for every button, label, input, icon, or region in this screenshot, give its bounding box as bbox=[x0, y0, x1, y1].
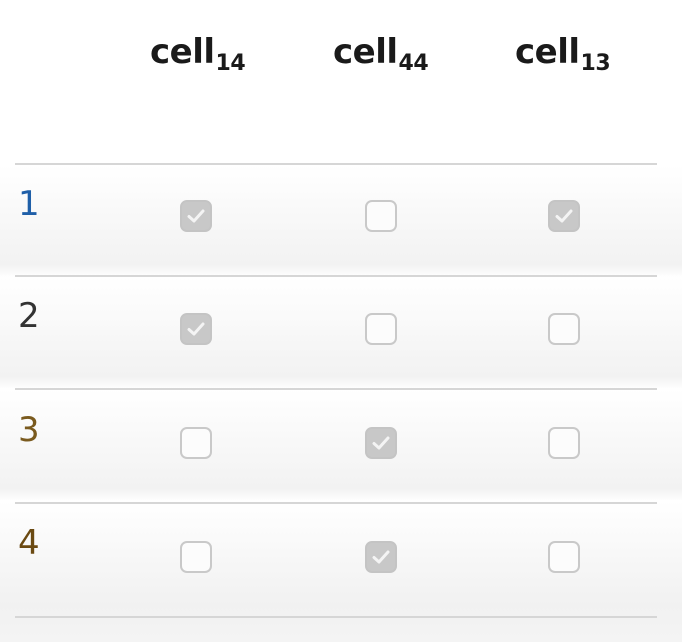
checkbox-matrix: cell14 cell44 cell13 1 2 3 4 bbox=[0, 0, 682, 642]
column-header-2-subscript: 44 bbox=[398, 51, 429, 76]
checkmark-icon bbox=[555, 209, 573, 223]
checkbox-row4-col2[interactable] bbox=[365, 541, 397, 573]
checkbox-row4-col1[interactable] bbox=[180, 541, 212, 573]
checkbox-row2-col1[interactable] bbox=[180, 313, 212, 345]
checkbox-row1-col2[interactable] bbox=[365, 200, 397, 232]
column-header-2-base: cell bbox=[333, 32, 398, 72]
checkbox-row3-col3[interactable] bbox=[548, 427, 580, 459]
column-header-3-subscript: 13 bbox=[580, 51, 611, 76]
column-header-1-base: cell bbox=[150, 32, 215, 72]
checkbox-row3-col2[interactable] bbox=[365, 427, 397, 459]
checkmark-icon bbox=[187, 209, 205, 223]
column-header-3: cell13 bbox=[515, 32, 611, 76]
column-header-2: cell44 bbox=[333, 32, 429, 76]
row-label-1: 1 bbox=[18, 184, 40, 224]
row-divider bbox=[15, 275, 657, 277]
checkbox-row4-col3[interactable] bbox=[548, 541, 580, 573]
checkbox-row2-col2[interactable] bbox=[365, 313, 397, 345]
row-divider bbox=[15, 502, 657, 504]
checkbox-row3-col1[interactable] bbox=[180, 427, 212, 459]
column-header-1-subscript: 14 bbox=[215, 51, 246, 76]
row-divider bbox=[15, 388, 657, 390]
column-header-1: cell14 bbox=[150, 32, 246, 76]
header-background bbox=[0, 0, 682, 165]
column-header-3-base: cell bbox=[515, 32, 580, 72]
row-divider bbox=[15, 616, 657, 618]
checkmark-icon bbox=[187, 322, 205, 336]
checkmark-icon bbox=[372, 436, 390, 450]
checkbox-row1-col3[interactable] bbox=[548, 200, 580, 232]
row-divider bbox=[15, 163, 657, 165]
row-label-2: 2 bbox=[18, 296, 40, 336]
checkbox-row1-col1[interactable] bbox=[180, 200, 212, 232]
checkbox-row2-col3[interactable] bbox=[548, 313, 580, 345]
row-label-3: 3 bbox=[18, 410, 40, 450]
checkmark-icon bbox=[372, 550, 390, 564]
row-label-4: 4 bbox=[18, 523, 40, 563]
rows-background bbox=[0, 165, 682, 642]
